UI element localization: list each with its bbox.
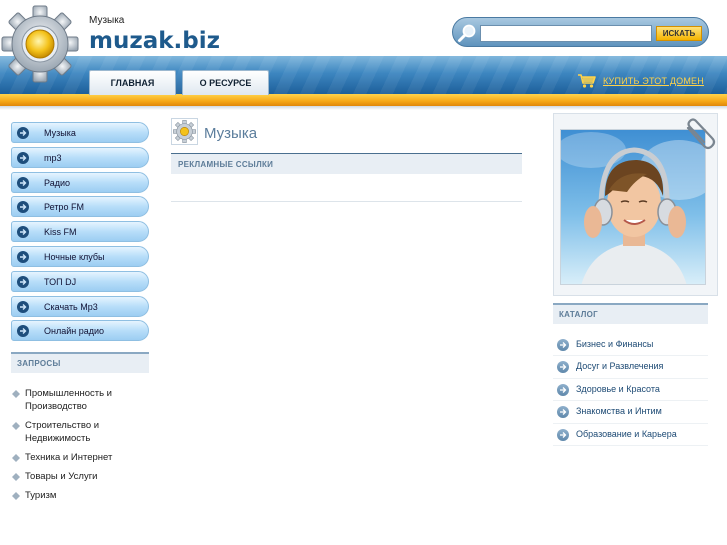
catalog-item-business[interactable]: Бизнес и Финансы <box>553 334 708 357</box>
catalog-list: Бизнес и Финансы Досуг и Развлечения Здо… <box>553 334 708 446</box>
cart-icon <box>578 74 596 88</box>
sidebar-item-radio[interactable]: Радио <box>11 171 149 193</box>
buy-domain-label: КУПИТЬ ЭТОТ ДОМЕН <box>603 76 704 86</box>
sidebar-item-top-dj[interactable]: ТОП DJ <box>11 270 149 292</box>
sidebar-item-kiss-fm[interactable]: Kiss FM <box>11 221 149 243</box>
arrow-right-icon <box>17 127 29 139</box>
sidebar-item-music[interactable]: Музыка <box>11 122 149 143</box>
arrow-right-icon <box>17 151 29 164</box>
gear-icon[interactable] <box>0 4 80 84</box>
arrow-right-icon <box>17 201 29 214</box>
catalog-item-label: Знакомства и Интим <box>576 406 662 417</box>
sidebar-item-download-mp3[interactable]: Скачать Mp3 <box>11 295 149 317</box>
search-box: ИСКАТЬ <box>452 17 709 47</box>
sidebar-item-mp3[interactable]: mp3 <box>11 146 149 168</box>
sidebar-item-night-clubs[interactable]: Ночные клубы <box>11 245 149 267</box>
catalog-item-dating[interactable]: Знакомства и Интим <box>553 401 708 424</box>
sidebar-item-label: Скачать Mp3 <box>44 301 98 312</box>
catalog-item-label: Образование и Карьера <box>576 428 677 439</box>
sidebar-item-retro-fm[interactable]: Ретро FM <box>11 196 149 218</box>
sidebar-item-label: Ночные клубы <box>44 251 105 262</box>
arrow-right-icon <box>557 339 569 351</box>
magnifier-icon <box>458 24 476 42</box>
catalog-item-label: Бизнес и Финансы <box>576 339 654 349</box>
diamond-bullet-icon <box>12 454 20 462</box>
arrow-right-icon <box>557 406 569 419</box>
request-link-goods[interactable]: Товары и Услуги <box>11 470 149 483</box>
arrow-right-icon <box>17 250 29 263</box>
request-link-tech[interactable]: Техника и Интернет <box>11 451 149 464</box>
sidebar-item-label: ТОП DJ <box>44 276 77 287</box>
sidebar-item-label: Ретро FM <box>44 202 84 213</box>
request-link-industry[interactable]: Промышленность и Производство <box>11 387 149 413</box>
site-tagline: Музыка <box>89 15 125 26</box>
arrow-right-icon <box>557 383 569 396</box>
sidebar-item-label: Музыка <box>44 128 76 138</box>
divider <box>171 201 522 202</box>
arrow-right-icon <box>17 226 29 239</box>
promo-photo-frame <box>553 113 718 296</box>
sidebar-item-label: Kiss FM <box>44 227 77 238</box>
gear-icon <box>171 118 198 145</box>
page-title: Музыка <box>204 125 258 142</box>
tab-home[interactable]: ГЛАВНАЯ <box>89 70 176 95</box>
site-title[interactable]: muzak.biz <box>89 28 220 54</box>
request-label: Промышленность и Производство <box>25 388 112 412</box>
tab-about[interactable]: О РЕСУРСЕ <box>182 70 269 95</box>
catalog-item-label: Досуг и Развлечения <box>576 361 664 372</box>
catalog-item-label: Здоровье и Красота <box>576 383 660 394</box>
catalog-heading: КАТАЛОГ <box>553 303 708 324</box>
sidebar-item-online-radio[interactable]: Онлайн радио <box>11 320 149 342</box>
person-with-headphones-image <box>561 132 705 284</box>
arrow-right-icon <box>17 176 29 189</box>
arrow-right-icon <box>557 361 569 374</box>
diamond-bullet-icon <box>12 473 20 481</box>
arrow-right-icon <box>557 428 569 441</box>
arrow-right-icon <box>17 275 29 288</box>
promo-photo[interactable] <box>560 129 706 285</box>
sidebar-item-label: mp3 <box>44 152 62 163</box>
arrow-right-icon <box>17 325 29 338</box>
header-shadow <box>0 106 727 110</box>
request-label: Товары и Услуги <box>25 471 98 482</box>
sidebar-item-label: Онлайн радио <box>44 326 105 337</box>
requests-heading: ЗАПРОСЫ <box>11 352 149 373</box>
diamond-bullet-icon <box>12 390 20 398</box>
diamond-bullet-icon <box>12 422 20 430</box>
sidebar-item-label: Радио <box>44 177 70 188</box>
catalog-item-health[interactable]: Здоровье и Красота <box>553 379 708 402</box>
requests-list: Промышленность и Производство Строительс… <box>11 387 149 508</box>
ads-heading: РЕКЛАМНЫЕ ССЫЛКИ <box>171 153 522 174</box>
header: Музыка muzak.biz ИСКАТЬ ГЛАВНАЯ О РЕСУРС… <box>0 0 727 110</box>
paperclip-icon <box>686 118 716 150</box>
diamond-bullet-icon <box>12 492 20 500</box>
sidebar-menu: Музыка mp3 Радио Ретро FM Kiss FM Ночные… <box>11 122 149 345</box>
search-input[interactable] <box>480 25 652 42</box>
search-button[interactable]: ИСКАТЬ <box>656 26 702 41</box>
catalog-item-leisure[interactable]: Досуг и Развлечения <box>553 356 708 379</box>
request-label: Строительство и Недвижимость <box>25 420 100 444</box>
header-stripe <box>0 94 727 106</box>
request-link-tourism[interactable]: Туризм <box>11 489 149 502</box>
buy-domain-link[interactable]: КУПИТЬ ЭТОТ ДОМЕН <box>577 73 704 89</box>
request-link-construction[interactable]: Строительство и Недвижимость <box>11 419 149 445</box>
request-label: Техника и Интернет <box>25 452 113 463</box>
catalog-item-education[interactable]: Образование и Карьера <box>553 424 708 446</box>
request-label: Туризм <box>25 490 57 501</box>
arrow-right-icon <box>17 300 29 313</box>
